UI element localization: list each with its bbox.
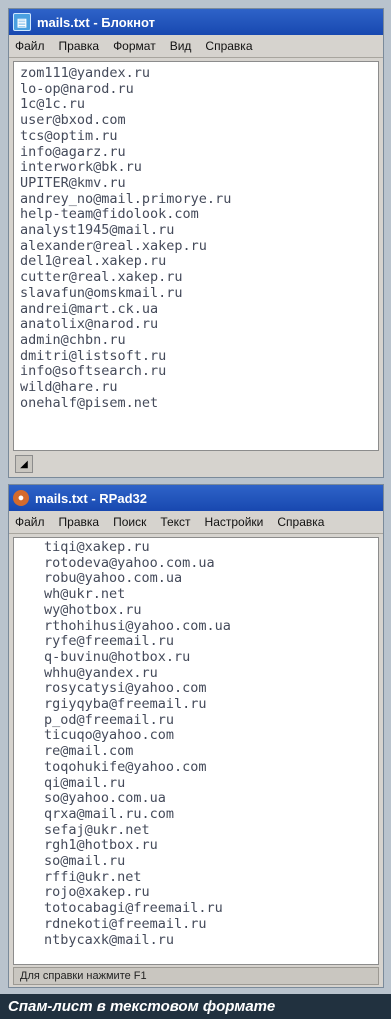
text-line: cutter@real.xakep.ru	[20, 269, 183, 286]
notepad-menubar: Файл Правка Формат Вид Справка	[9, 35, 383, 58]
status-text: Для справки нажмите F1	[20, 970, 147, 982]
text-line: rgiyqyba@freemail.ru	[44, 696, 207, 713]
image-caption: Спам-лист в текстовом формате	[0, 994, 391, 1019]
menu-file[interactable]: Файл	[15, 515, 45, 529]
text-line: wild@hare.ru	[20, 379, 118, 396]
text-line: 1c@1c.ru	[20, 96, 86, 113]
notepad-titlebar[interactable]: ▤ mails.txt - Блокнот	[9, 9, 383, 35]
text-line: re@mail.com	[44, 743, 134, 760]
rpad-window: ● mails.txt - RPad32 Файл Правка Поиск Т…	[8, 484, 384, 988]
resize-grip-icon[interactable]: ◢	[15, 455, 33, 473]
text-line: lo-op@narod.ru	[20, 80, 134, 97]
text-line: toqohukife@yahoo.com	[44, 758, 207, 775]
text-line: help-team@fidolook.com	[20, 206, 199, 223]
notepad-title: mails.txt - Блокнот	[37, 14, 156, 30]
text-line: andrey_no@mail.primorye.ru	[20, 190, 232, 207]
text-line: robu@yahoo.com.ua	[44, 570, 183, 587]
text-line: ryfe@freemail.ru	[44, 633, 175, 650]
menu-search[interactable]: Поиск	[113, 515, 146, 529]
text-line: ntbycaxk@mail.ru	[44, 931, 175, 948]
text-line: andrei@mart.ck.ua	[20, 300, 159, 317]
text-line: wh@ukr.net	[44, 586, 126, 603]
menu-edit[interactable]: Правка	[59, 39, 100, 53]
text-line: interwork@bk.ru	[20, 159, 142, 176]
text-line: info@softsearch.ru	[20, 363, 167, 380]
status-bar: Для справки нажмите F1	[13, 967, 379, 985]
text-line: alexander@real.xakep.ru	[20, 237, 207, 254]
text-line: dmitri@listsoft.ru	[20, 347, 167, 364]
text-line: admin@chbn.ru	[20, 331, 126, 348]
text-line: sefaj@ukr.net	[44, 821, 150, 838]
menu-text[interactable]: Текст	[160, 515, 190, 529]
text-line: zom111@yandex.ru	[20, 65, 151, 81]
notepad-window: ▤ mails.txt - Блокнот Файл Правка Формат…	[8, 8, 384, 478]
menu-file[interactable]: Файл	[15, 39, 45, 53]
text-line: q-buvinu@hotbox.ru	[44, 648, 191, 665]
text-line: onehalf@pisem.net	[20, 394, 159, 411]
text-line: analyst1945@mail.ru	[20, 222, 175, 239]
text-line: tiqi@xakep.ru	[44, 539, 150, 555]
text-line: totocabagi@freemail.ru	[44, 900, 223, 917]
menu-format[interactable]: Формат	[113, 39, 156, 53]
notepad-app-icon: ▤	[13, 13, 31, 31]
menu-view[interactable]: Вид	[170, 39, 192, 53]
text-line: rdnekoti@freemail.ru	[44, 915, 207, 932]
rpad-text-area[interactable]: tiqi@xakep.ru rotodeva@yahoo.com.ua robu@y…	[13, 537, 379, 965]
notepad-text-area[interactable]: zom111@yandex.ru lo-op@narod.ru 1c@1c.ru us…	[13, 61, 379, 451]
rpad-title: mails.txt - RPad32	[35, 490, 147, 506]
text-line: rojo@xakep.ru	[44, 884, 150, 901]
text-line: whhu@yandex.ru	[44, 664, 158, 681]
text-line: tcs@optim.ru	[20, 127, 118, 144]
text-line: anatolix@narod.ru	[20, 316, 159, 333]
text-line: rotodeva@yahoo.com.ua	[44, 554, 215, 571]
text-line: rffi@ukr.net	[44, 868, 142, 885]
rpad-app-icon: ●	[13, 490, 29, 506]
text-line: p_od@freemail.ru	[44, 711, 175, 728]
text-line: so@yahoo.com.ua	[44, 790, 166, 807]
text-line: rosycatysi@yahoo.com	[44, 680, 207, 697]
rpad-menubar: Файл Правка Поиск Текст Настройки Справк…	[9, 511, 383, 534]
text-line: qrxa@mail.ru.com	[44, 805, 175, 822]
text-line: info@agarz.ru	[20, 143, 126, 160]
text-line: rgh1@hotbox.ru	[44, 837, 158, 854]
text-line: wy@hotbox.ru	[44, 601, 142, 618]
rpad-titlebar[interactable]: ● mails.txt - RPad32	[9, 485, 383, 511]
text-line: user@bxod.com	[20, 112, 126, 129]
text-line: UPITER@kmv.ru	[20, 174, 126, 191]
menu-settings[interactable]: Настройки	[205, 515, 264, 529]
text-line: rthohihusi@yahoo.com.ua	[44, 617, 231, 634]
text-line: del1@real.xakep.ru	[20, 253, 167, 270]
menu-help[interactable]: Справка	[277, 515, 324, 529]
text-line: qi@mail.ru	[44, 774, 126, 791]
menu-help[interactable]: Справка	[205, 39, 252, 53]
text-line: slavafun@omskmail.ru	[20, 284, 183, 301]
text-line: ticuqo@yahoo.com	[44, 727, 175, 744]
menu-edit[interactable]: Правка	[59, 515, 100, 529]
text-line: so@mail.ru	[44, 853, 126, 870]
